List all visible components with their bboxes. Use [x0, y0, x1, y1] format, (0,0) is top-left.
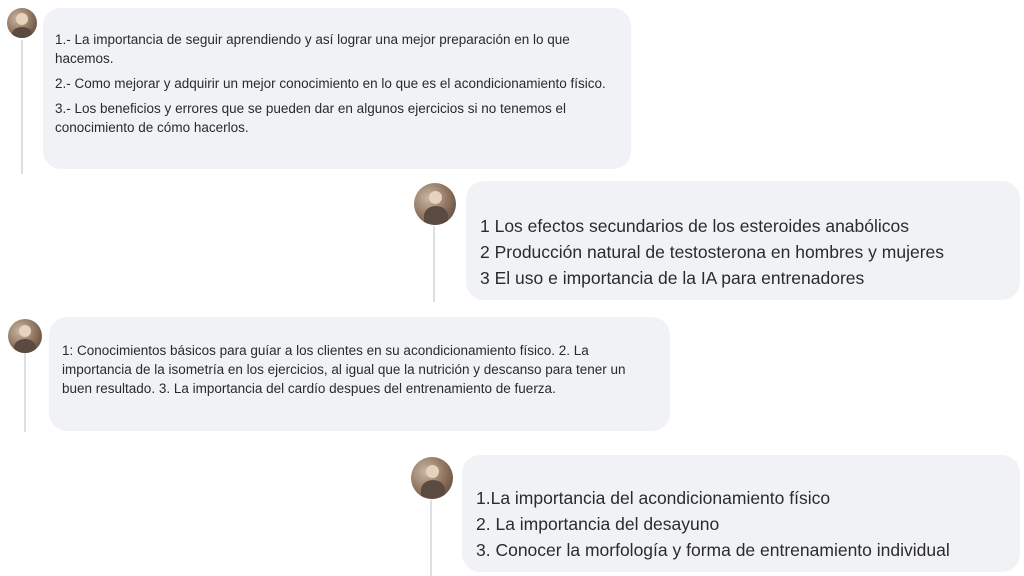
avatar-body	[14, 339, 36, 353]
thread-line	[21, 40, 23, 174]
avatar-body	[424, 206, 448, 225]
comment-line: 2 Producción natural de testosterona en …	[480, 242, 945, 262]
avatar-head	[16, 13, 28, 25]
comment-line: 1.La importancia del acondicionamiento f…	[476, 488, 831, 508]
comment-line: 1.- La importancia de seguir aprendiendo…	[55, 32, 570, 66]
comment-bubble: 1.- La importancia de seguir aprendiendo…	[43, 8, 631, 169]
comment-bubble: 1: Conocimientos básicos para guíar a lo…	[49, 317, 670, 431]
thread-line	[24, 352, 26, 432]
user-avatar-icon[interactable]	[8, 319, 42, 353]
thread-line	[430, 500, 432, 576]
comment-line: 3. Conocer la morfología y forma de entr…	[476, 540, 950, 560]
comment-line: 3 El uso e importancia de la IA para ent…	[480, 268, 865, 288]
avatar-body	[12, 27, 32, 38]
user-avatar-icon[interactable]	[414, 183, 456, 225]
avatar-head	[426, 465, 439, 478]
avatar-head	[19, 325, 31, 337]
user-avatar-icon[interactable]	[411, 457, 453, 499]
comment-line: 1 Los efectos secundarios de los esteroi…	[480, 216, 910, 236]
comment-line: 3.- Los beneficios y errores que se pued…	[55, 101, 567, 135]
comment-bubble: 1.La importancia del acondicionamiento f…	[462, 455, 1020, 572]
avatar-body	[421, 480, 445, 499]
user-avatar-icon[interactable]	[7, 8, 37, 38]
comment-line: 2.- Como mejorar y adquirir un mejor con…	[55, 76, 606, 91]
comment-text: 1: Conocimientos básicos para guíar a lo…	[62, 343, 626, 396]
avatar-head	[429, 191, 442, 204]
thread-line	[433, 226, 435, 302]
comment-bubble: 1 Los efectos secundarios de los esteroi…	[466, 181, 1020, 300]
comment-line: 2. La importancia del desayuno	[476, 514, 720, 534]
